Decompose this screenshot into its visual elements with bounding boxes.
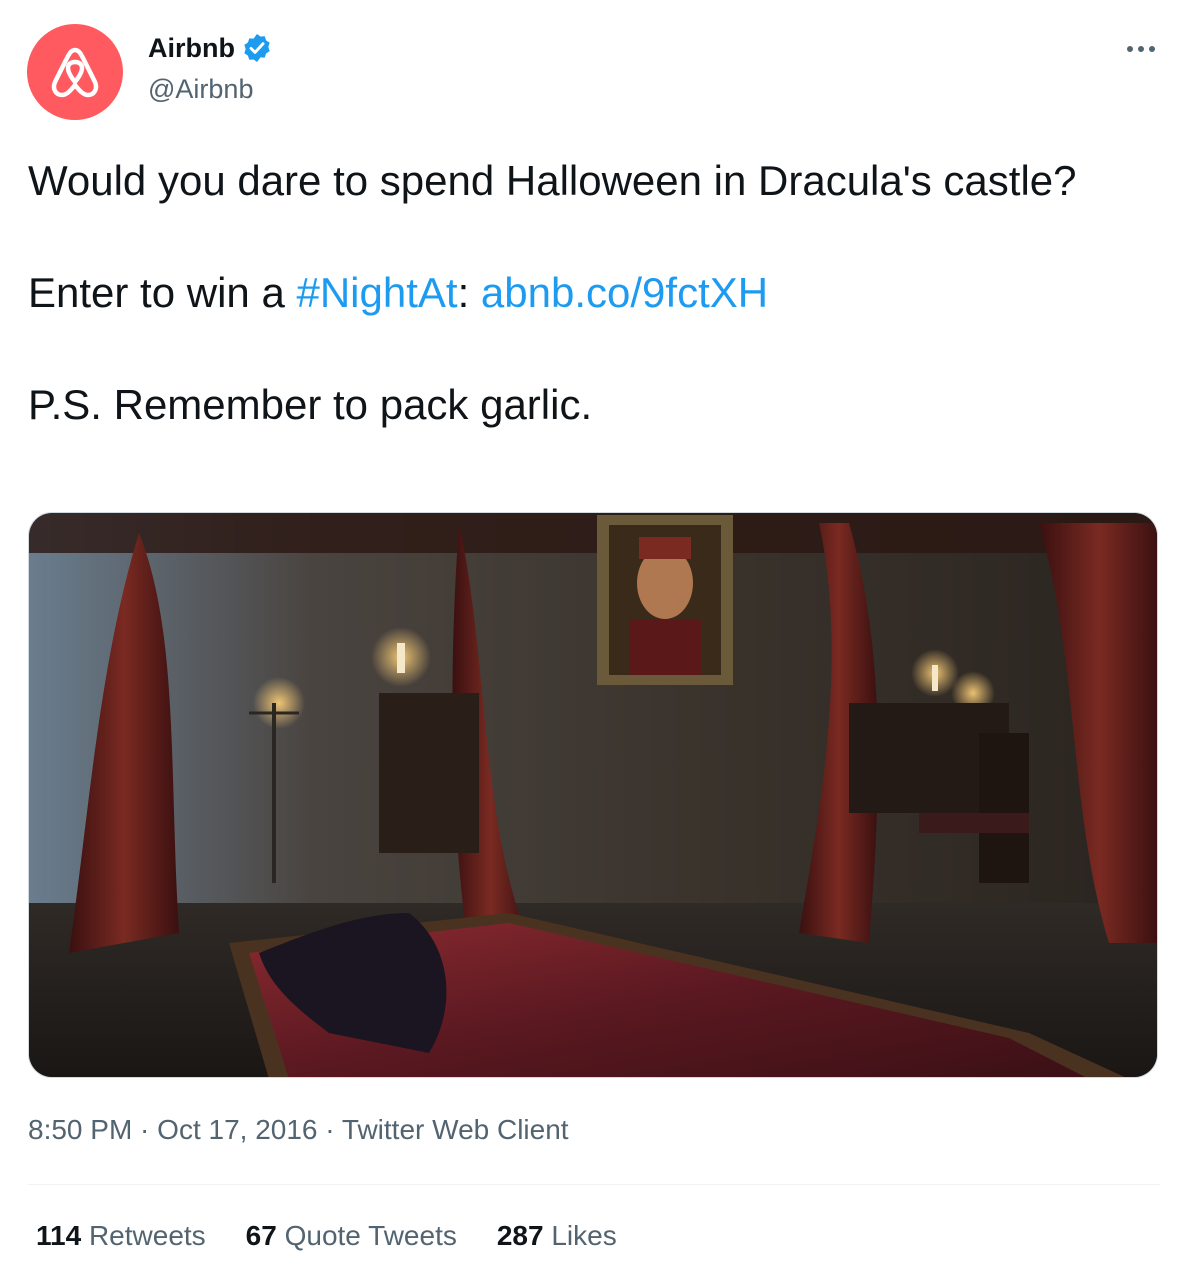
tweet-text: Would you dare to spend Halloween in Dra… <box>28 152 1158 433</box>
author-handle[interactable]: @Airbnb <box>148 74 253 105</box>
quote-tweets-stat[interactable]: 67 Quote Tweets <box>246 1220 457 1252</box>
tweet-line-2: Enter to win a #NightAt: abnb.co/9fctXH <box>28 264 1158 321</box>
tweet-stats: 114 Retweets 67 Quote Tweets 287 Likes <box>36 1220 617 1252</box>
tweet-line-3: P.S. Remember to pack garlic. <box>28 381 593 428</box>
author-display-name[interactable]: Airbnb <box>148 33 235 64</box>
more-horizontal-icon <box>1127 46 1155 52</box>
retweets-count: 114 <box>36 1220 82 1251</box>
tweet-date[interactable]: Oct 17, 2016 <box>157 1114 317 1145</box>
hashtag-link[interactable]: #NightAt <box>296 269 457 316</box>
quote-tweets-label: Quote Tweets <box>276 1220 457 1251</box>
retweets-stat[interactable]: 114 Retweets <box>36 1220 206 1252</box>
more-options-button[interactable] <box>1124 34 1164 64</box>
tweet-line-1: Would you dare to spend Halloween in Dra… <box>28 157 1077 204</box>
avatar[interactable] <box>27 24 123 120</box>
meta-separator: · <box>317 1114 342 1145</box>
airbnb-logo-icon <box>51 47 99 98</box>
tweet-line-2-sep: : <box>457 269 481 316</box>
quote-tweets-count: 67 <box>245 1220 277 1251</box>
tweet-photo[interactable] <box>28 512 1158 1078</box>
retweets-label: Retweets <box>81 1220 206 1251</box>
tweet-meta: 8:50 PM · Oct 17, 2016 · Twitter Web Cli… <box>28 1114 569 1146</box>
dracula-bedroom-photo <box>29 513 1157 1077</box>
tweet-source[interactable]: Twitter Web Client <box>342 1114 569 1145</box>
tweet-line-2-prefix: Enter to win a <box>28 269 297 316</box>
likes-stat[interactable]: 287 Likes <box>497 1220 617 1252</box>
url-link[interactable]: abnb.co/9fctXH <box>481 269 768 316</box>
likes-count: 287 <box>496 1220 544 1251</box>
meta-separator: · <box>132 1114 158 1145</box>
divider <box>28 1184 1160 1185</box>
tweet-time[interactable]: 8:50 PM <box>28 1114 132 1145</box>
verified-badge-icon <box>244 34 270 62</box>
author-name-row[interactable]: Airbnb <box>148 32 273 64</box>
likes-label: Likes <box>543 1220 617 1251</box>
